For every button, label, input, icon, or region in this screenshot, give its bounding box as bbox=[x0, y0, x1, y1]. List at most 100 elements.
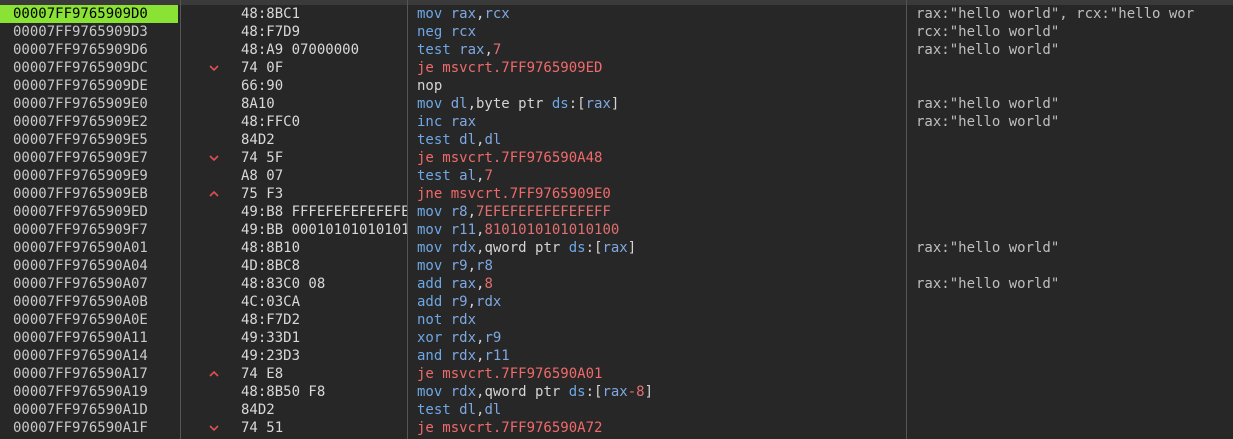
address-cell: 00007FF9765909D0 bbox=[0, 5, 178, 23]
instruction-token: rdx bbox=[450, 240, 477, 256]
instruction-row[interactable]: 00007FF9765909D6 48:A9 07000000 test rax,7… bbox=[0, 41, 1233, 59]
comment-cell bbox=[916, 401, 1233, 419]
instruction-token: , bbox=[467, 258, 477, 274]
instruction-token: ] bbox=[644, 384, 654, 400]
instruction-row[interactable]: 00007FF9765909ED 49:B8 FFFEFEFEFEFEFEFE mo… bbox=[0, 203, 1233, 221]
instruction-token: je msvcrt.7FF976590A01 bbox=[417, 366, 603, 382]
bytes-cell: 48:FFC0 bbox=[241, 114, 301, 130]
instruction-token: r11 bbox=[450, 222, 477, 238]
instruction-token: , bbox=[484, 42, 493, 58]
address-cell: 00007FF976590A07 bbox=[13, 276, 148, 292]
instruction-token: ds bbox=[568, 384, 586, 400]
instruction-row[interactable]: 00007FF976590A14 49:23D3 and rdx,r11 bbox=[0, 347, 1233, 365]
instruction-token: nop bbox=[417, 78, 443, 94]
instruction-token: test bbox=[417, 402, 460, 418]
instruction-row[interactable]: 00007FF976590A1D 84D2 test dl,dl bbox=[0, 401, 1233, 419]
bytes-cell: 4D:8BC8 bbox=[241, 258, 301, 274]
instruction-cell: mov r8,7EFEFEFEFEFEFEFF bbox=[417, 203, 903, 221]
address-cell: 00007FF9765909F7 bbox=[13, 222, 148, 238]
instruction-cell: je msvcrt.7FF976590A72 bbox=[417, 419, 903, 437]
instruction-row[interactable]: 00007FF976590A17 74 E8 je msvcrt.7FF976590… bbox=[0, 365, 1233, 383]
jump-arrow-empty bbox=[203, 23, 225, 41]
instruction-token: ds bbox=[568, 240, 586, 256]
bytes-cell: 48:F7D9 bbox=[241, 24, 301, 40]
instruction-token: 7 bbox=[492, 42, 502, 58]
bytes-cell: 75 F3 bbox=[241, 186, 284, 202]
instruction-token: :[ bbox=[568, 96, 586, 112]
instruction-token: -8 bbox=[627, 384, 645, 400]
instruction-row[interactable]: 00007FF9765909DE 66:90 nop bbox=[0, 77, 1233, 95]
instruction-token: r9 bbox=[450, 258, 468, 274]
instruction-row[interactable]: 00007FF9765909DC 74 0F je msvcrt.7FF976590… bbox=[0, 59, 1233, 77]
instruction-token: rax bbox=[450, 114, 477, 130]
instruction-token: ] bbox=[627, 240, 637, 256]
instruction-token: al bbox=[459, 168, 477, 184]
instruction-row[interactable]: 00007FF9765909E5 84D2 test dl,dl bbox=[0, 131, 1233, 149]
comment-cell bbox=[916, 329, 1233, 347]
instruction-token: ,byte ptr bbox=[467, 96, 552, 112]
instruction-row[interactable]: 00007FF976590A0E 48:F7D2 not rdx bbox=[0, 311, 1233, 329]
comment-cell: rax:"hello world" bbox=[916, 240, 1060, 256]
instruction-cell: mov rdx,qword ptr ds:[rax-8] bbox=[417, 383, 903, 401]
jump-arrow-empty bbox=[203, 113, 225, 131]
comment-cell bbox=[916, 365, 1233, 383]
instruction-token: add bbox=[417, 276, 451, 292]
comment-cell bbox=[916, 311, 1233, 329]
instruction-row[interactable]: 00007FF9765909E9 A8 07 test al,7 bbox=[0, 167, 1233, 185]
instruction-token: rax bbox=[602, 384, 628, 400]
bytes-cell: 74 51 bbox=[241, 420, 284, 436]
instruction-row[interactable]: 00007FF9765909D3 48:F7D9 neg rcx rcx:"hello… bbox=[0, 23, 1233, 41]
jump-arrow-empty bbox=[203, 311, 225, 329]
instruction-token: mov bbox=[417, 384, 451, 400]
address-cell: 00007FF976590A04 bbox=[13, 258, 148, 274]
comment-cell: rax:"hello world" bbox=[916, 114, 1060, 130]
instruction-token: 8 bbox=[484, 276, 493, 292]
instruction-token: neg bbox=[417, 24, 451, 40]
address-cell: 00007FF9765909E5 bbox=[13, 132, 148, 148]
instruction-row[interactable]: 00007FF9765909EB 75 F3 jne msvcrt.7FF97659… bbox=[0, 185, 1233, 203]
instruction-row[interactable]: 00007FF9765909F7 49:BB 0001010101010181 mo… bbox=[0, 221, 1233, 239]
bytes-cell: 48:F7D2 bbox=[241, 312, 301, 328]
disassembly-view[interactable]: 00007FF9765909D0 48:8BC1 mov rax,rcx rax:"h… bbox=[0, 0, 1233, 439]
instruction-row[interactable]: 00007FF976590A04 4D:8BC8 mov r9,r8 bbox=[0, 257, 1233, 275]
comment-cell bbox=[916, 221, 1233, 239]
instruction-token: mov bbox=[417, 6, 451, 22]
bytes-cell: 49:23D3 bbox=[241, 348, 301, 364]
instruction-token: dl bbox=[459, 132, 477, 148]
bytes-cell: 66:90 bbox=[241, 78, 284, 94]
instruction-row-current[interactable]: 00007FF9765909D0 48:8BC1 mov rax,rcx rax:"h… bbox=[0, 5, 1233, 23]
bytes-cell: A8 07 bbox=[241, 168, 284, 184]
instruction-token: 7EFEFEFEFEFEFEFF bbox=[476, 204, 611, 220]
instruction-row[interactable]: 00007FF9765909E0 8A10 mov dl,byte ptr ds:[… bbox=[0, 95, 1233, 113]
jump-arrow-empty bbox=[203, 167, 225, 185]
address-cell: 00007FF976590A1D bbox=[13, 402, 148, 418]
address-cell: 00007FF9765909EB bbox=[13, 186, 148, 202]
instruction-cell: not rdx bbox=[417, 311, 903, 329]
instruction-row[interactable]: 00007FF976590A19 48:8B50 F8 mov rdx,qword … bbox=[0, 383, 1233, 401]
instruction-row[interactable]: 00007FF9765909E2 48:FFC0 inc rax rax:"hello… bbox=[0, 113, 1233, 131]
instruction-token: xor bbox=[417, 330, 451, 346]
instruction-token: mov bbox=[417, 204, 451, 220]
address-cell: 00007FF9765909ED bbox=[13, 204, 148, 220]
address-cell: 00007FF976590A11 bbox=[13, 330, 148, 346]
instruction-row[interactable]: 00007FF9765909E7 74 5F je msvcrt.7FF976590… bbox=[0, 149, 1233, 167]
bytes-cell: 48:8B10 bbox=[241, 240, 301, 256]
instruction-row[interactable]: 00007FF976590A07 48:83C0 08 add rax,8 rax:"… bbox=[0, 275, 1233, 293]
instruction-token: mov bbox=[417, 222, 451, 238]
address-cell: 00007FF976590A19 bbox=[13, 384, 148, 400]
bytes-cell: 49:BB 0001010101010181 bbox=[241, 222, 407, 238]
chevron-up-icon bbox=[203, 365, 225, 383]
instruction-row[interactable]: 00007FF976590A1F 74 51 je msvcrt.7FF976590… bbox=[0, 419, 1233, 437]
instruction-token: dl bbox=[484, 402, 502, 418]
bytes-cell: 74 E8 bbox=[241, 366, 284, 382]
instruction-row[interactable]: 00007FF976590A01 48:8B10 mov rdx,qword ptr… bbox=[0, 239, 1233, 257]
jump-arrow-empty bbox=[203, 275, 225, 293]
comment-cell bbox=[916, 149, 1233, 167]
comment-cell: rax:"hello world" bbox=[916, 42, 1060, 58]
instruction-cell: add rax,8 bbox=[417, 275, 903, 293]
instruction-token: r8 bbox=[450, 204, 468, 220]
instruction-token: test bbox=[417, 132, 460, 148]
instruction-cell: add r9,rdx bbox=[417, 293, 903, 311]
instruction-row[interactable]: 00007FF976590A11 49:33D1 xor rdx,r9 bbox=[0, 329, 1233, 347]
instruction-row[interactable]: 00007FF976590A0B 4C:03CA add r9,rdx bbox=[0, 293, 1233, 311]
